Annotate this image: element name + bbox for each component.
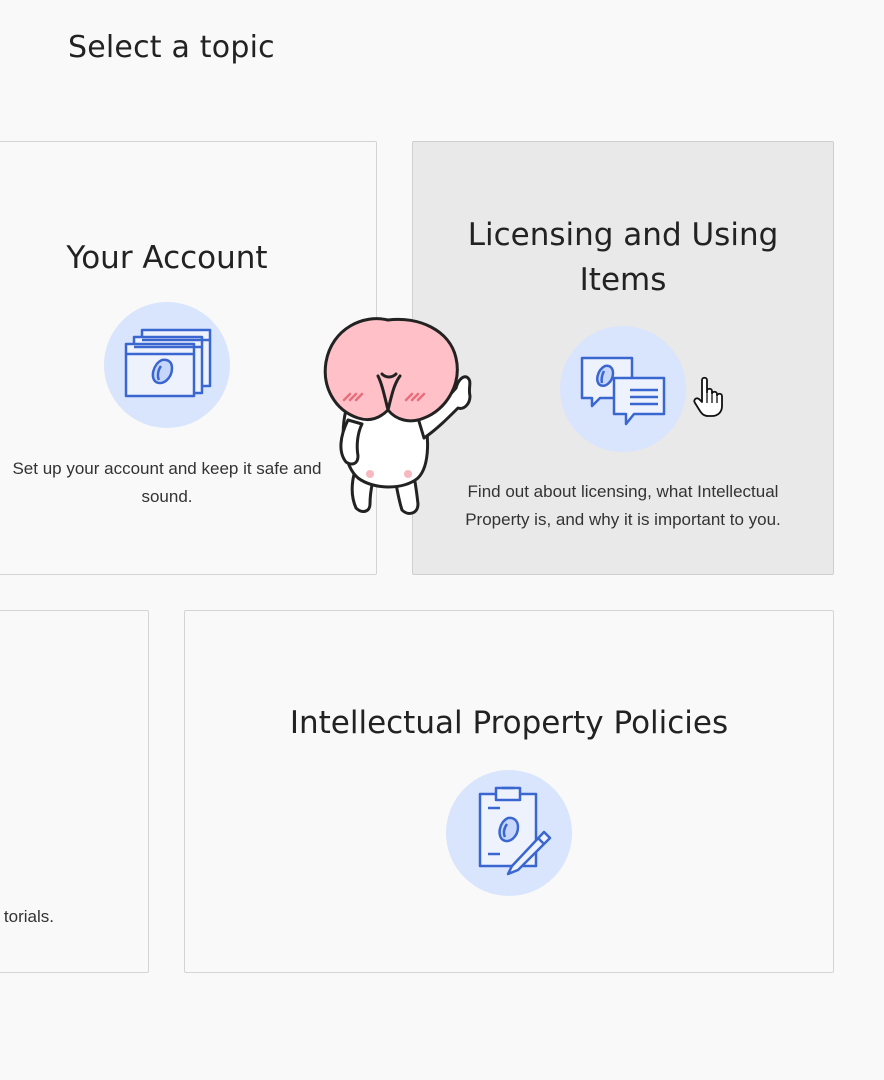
card-description: Set up your account and keep it safe and… <box>12 459 322 506</box>
card-title: Intellectual Property Policies <box>289 705 729 741</box>
chat-bubbles-icon <box>560 326 686 452</box>
card-description-fragment: torials. <box>3 907 54 926</box>
page-title: Select a topic <box>68 30 275 65</box>
help-page: Select a topic Your Account Set up your … <box>0 0 884 1080</box>
peach-mascot-sticker <box>318 314 478 524</box>
card-title-line-1: Licensing and Using <box>467 217 779 253</box>
card-title: Your Account <box>66 240 268 276</box>
card-title-line-2: Items <box>579 262 667 298</box>
browser-windows-icon <box>104 302 230 428</box>
hand-pointer-cursor-icon <box>692 376 726 423</box>
clipboard-pen-icon <box>446 770 572 896</box>
topic-card-tutorials[interactable]: torials. <box>0 610 149 973</box>
topic-card-ip-policies[interactable]: Intellectual Property Policies <box>184 610 834 973</box>
